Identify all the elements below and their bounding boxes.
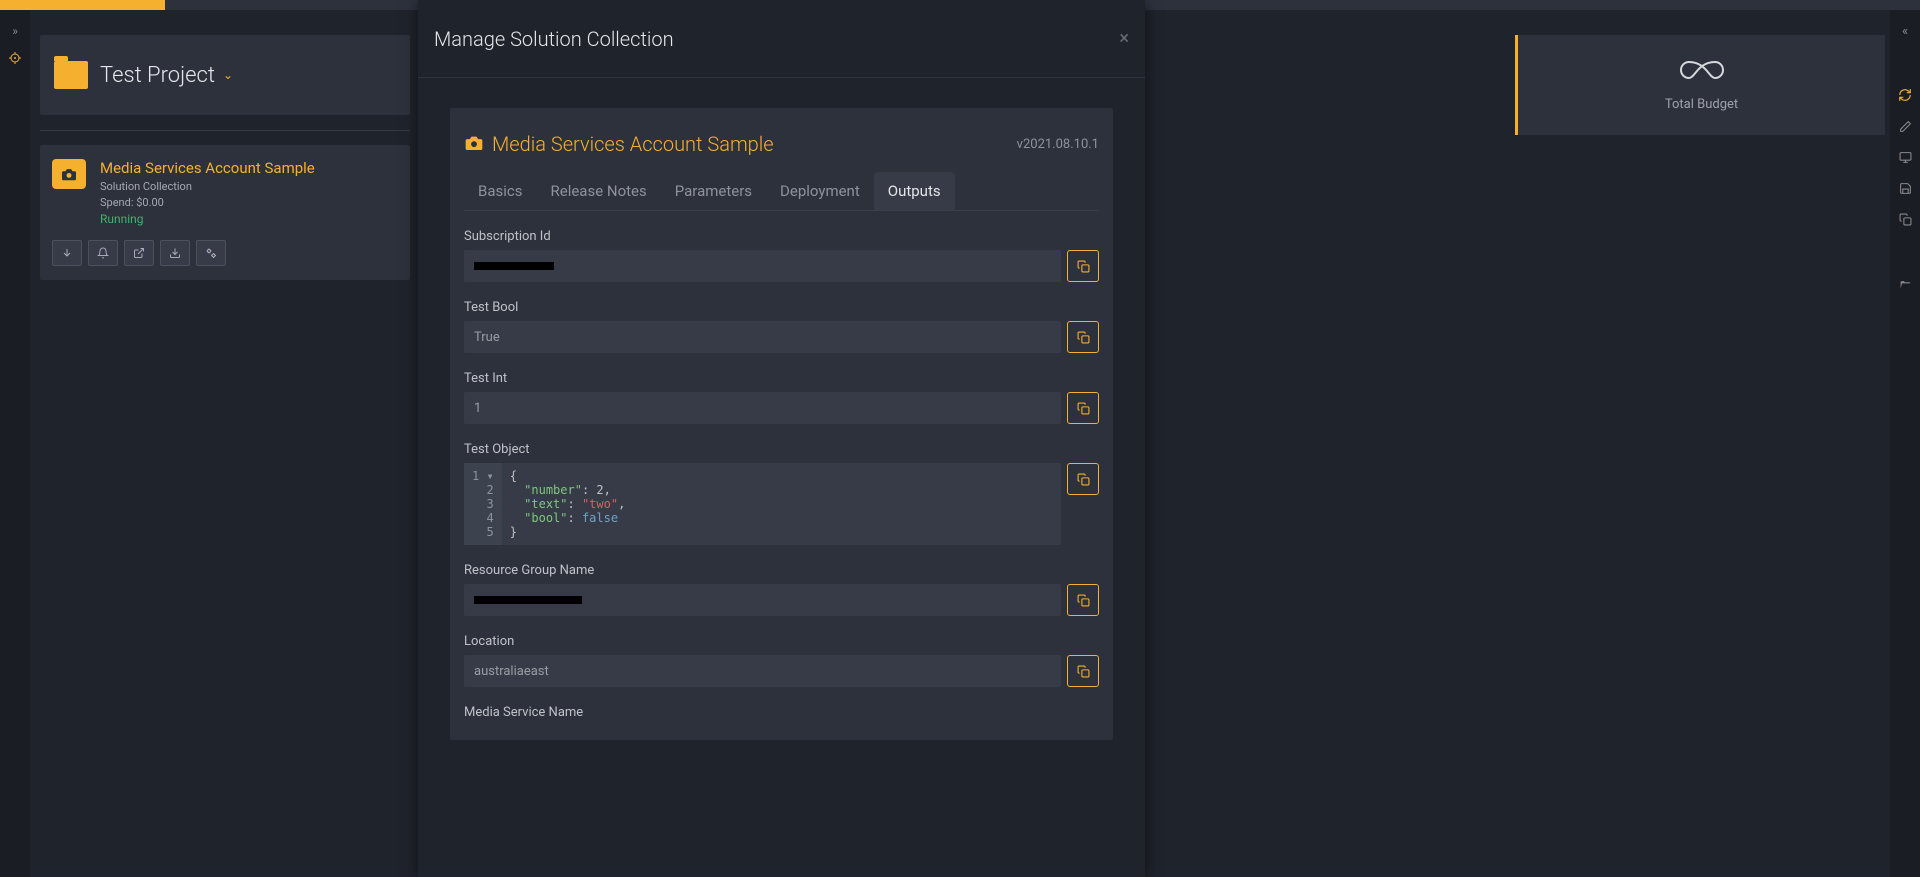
target-icon[interactable] xyxy=(9,52,21,67)
version-label: v2021.08.10.1 xyxy=(1017,137,1099,152)
copy-button-location[interactable] xyxy=(1067,655,1099,687)
solution-card: Media Services Account Sample Solution C… xyxy=(40,145,410,280)
output-value-test-object: 1 ▾2345 { "number": 2, "text": "two", "b… xyxy=(464,463,1061,545)
solution-title[interactable]: Media Services Account Sample xyxy=(100,159,315,177)
copy-icon[interactable] xyxy=(1899,213,1912,230)
output-value-test-bool: True xyxy=(464,321,1061,353)
project-caret-icon[interactable]: ⌄ xyxy=(223,68,233,82)
topbar-progress-segment xyxy=(0,0,165,10)
output-value-resource-group xyxy=(464,584,1061,616)
output-value-subscription-id xyxy=(464,250,1061,282)
solution-inner-card: Media Services Account Sample v2021.08.1… xyxy=(450,108,1113,740)
edit-icon[interactable] xyxy=(1899,120,1912,137)
camera-icon xyxy=(52,159,86,189)
solution-spend: Spend: $0.00 xyxy=(100,196,315,209)
left-rail: » xyxy=(0,10,30,877)
redacted-bar xyxy=(474,596,582,604)
folder-open-icon[interactable] xyxy=(1899,279,1912,296)
output-value-test-int: 1 xyxy=(464,392,1061,424)
budget-label: Total Budget xyxy=(1665,97,1738,112)
right-rail: « xyxy=(1890,10,1920,877)
output-label-location: Location xyxy=(464,634,1099,649)
copy-button-subscription-id[interactable] xyxy=(1067,250,1099,282)
code-gutter: 1 ▾2345 xyxy=(464,463,502,545)
external-link-button[interactable] xyxy=(124,240,154,266)
tab-outputs[interactable]: Outputs xyxy=(874,172,955,210)
bell-button[interactable] xyxy=(88,240,118,266)
download-button[interactable] xyxy=(52,240,82,266)
output-label-test-object: Test Object xyxy=(464,442,1099,457)
folder-icon xyxy=(54,61,88,89)
code-body: { "number": 2, "text": "two", "bool": fa… xyxy=(502,463,634,545)
camera-icon xyxy=(464,134,484,155)
tab-release-notes[interactable]: Release Notes xyxy=(537,172,661,210)
redacted-bar xyxy=(474,262,554,270)
divider xyxy=(40,130,410,131)
collapse-left-icon[interactable]: « xyxy=(1902,24,1908,39)
gears-button[interactable] xyxy=(196,240,226,266)
close-icon[interactable]: × xyxy=(1119,28,1129,49)
copy-button-test-int[interactable] xyxy=(1067,392,1099,424)
solution-subtitle: Solution Collection xyxy=(100,180,315,193)
budget-panel: Total Budget xyxy=(1515,35,1885,135)
copy-button-test-bool[interactable] xyxy=(1067,321,1099,353)
tab-deployment[interactable]: Deployment xyxy=(766,172,874,210)
output-value-location: australiaeast xyxy=(464,655,1061,687)
tabs: Basics Release Notes Parameters Deployme… xyxy=(464,172,1099,211)
output-label-subscription-id: Subscription Id xyxy=(464,229,1099,244)
tab-basics[interactable]: Basics xyxy=(464,172,537,210)
project-title: Test Project xyxy=(100,63,215,88)
output-label-test-bool: Test Bool xyxy=(464,300,1099,315)
copy-button-resource-group[interactable] xyxy=(1067,584,1099,616)
copy-button-test-object[interactable] xyxy=(1067,463,1099,495)
tab-parameters[interactable]: Parameters xyxy=(661,172,766,210)
output-label-test-int: Test Int xyxy=(464,371,1099,386)
output-label-resource-group: Resource Group Name xyxy=(464,563,1099,578)
inner-title: Media Services Account Sample xyxy=(492,132,774,156)
refresh-icon[interactable] xyxy=(1898,88,1912,106)
project-header-card: Test Project ⌄ xyxy=(40,35,410,115)
solution-status: Running xyxy=(100,212,315,226)
modal-title: Manage Solution Collection xyxy=(434,27,674,51)
manage-solution-modal: Manage Solution Collection × Media Servi… xyxy=(418,0,1145,877)
infinity-icon xyxy=(1677,58,1727,89)
save-icon[interactable] xyxy=(1899,182,1912,199)
save-download-button[interactable] xyxy=(160,240,190,266)
output-label-media-service-name: Media Service Name xyxy=(464,705,1099,720)
monitor-icon[interactable] xyxy=(1899,151,1912,168)
expand-right-icon[interactable]: » xyxy=(12,24,18,38)
